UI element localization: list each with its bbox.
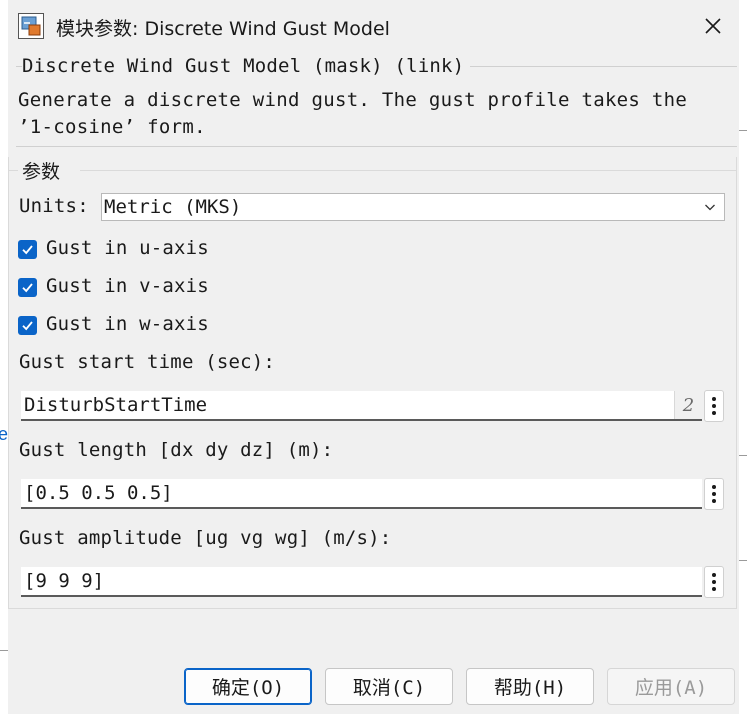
background-right-strip [739, 0, 747, 714]
title-bar: 模块参数: Discrete Wind Gust Model [8, 0, 739, 52]
dot [712, 573, 716, 577]
dot [712, 397, 716, 401]
gust-w-axis-checkbox[interactable] [18, 316, 37, 335]
checkmark-icon [22, 283, 33, 293]
background-divider [739, 560, 747, 561]
parameters-legend: 参数 [22, 161, 61, 183]
block-parameters-dialog: 模块参数: Discrete Wind Gust Model Discrete … [8, 0, 739, 714]
gust-start-time-input[interactable]: DisturbStartTime 2 [21, 391, 702, 421]
variable-value-badge: 2 [674, 391, 702, 419]
gust-amplitude-value: [9 9 9] [24, 570, 105, 592]
checkmark-icon [22, 321, 33, 331]
block-header-title: Discrete Wind Gust Model (mask) (link) [22, 55, 471, 77]
ok-button[interactable]: 确定(O) [184, 668, 312, 705]
background-fragment: e [0, 424, 9, 444]
dot [712, 587, 716, 591]
parameters-group-rule [80, 170, 737, 171]
checkmark-icon [22, 245, 33, 255]
units-label: Units: [19, 195, 89, 217]
gust-length-input[interactable]: [0.5 0.5 0.5] [21, 479, 702, 509]
gust-v-axis-label: Gust in v-axis [46, 275, 209, 297]
units-selected-value: Metric (MKS) [104, 196, 242, 218]
gust-u-axis-label: Gust in u-axis [46, 237, 209, 259]
background-divider [739, 130, 747, 131]
close-icon [705, 18, 721, 34]
parameters-group-rule [8, 170, 18, 171]
help-button[interactable]: 帮助(H) [466, 668, 594, 705]
dot [712, 492, 716, 496]
dot [712, 580, 716, 584]
dot [712, 499, 716, 503]
cancel-button[interactable]: 取消(C) [325, 668, 453, 705]
simulink-block-icon [18, 13, 44, 39]
dot [712, 404, 716, 408]
gust-v-axis-checkbox[interactable] [18, 278, 37, 297]
chevron-down-icon [705, 204, 715, 211]
background-divider [739, 455, 747, 456]
units-dropdown[interactable]: Metric (MKS) [101, 193, 725, 221]
gust-length-label: Gust length [dx dy dz] (m): [19, 439, 334, 461]
gust-length-value: [0.5 0.5 0.5] [24, 482, 173, 504]
gust-start-time-label: Gust start time (sec): [19, 351, 276, 373]
gust-amplitude-options-button[interactable] [704, 566, 724, 598]
gust-w-axis-label: Gust in w-axis [46, 313, 209, 335]
window-title: 模块参数: Discrete Wind Gust Model [56, 18, 390, 40]
gust-start-time-value: DisturbStartTime [24, 394, 208, 416]
block-description: Generate a discrete wind gust. The gust … [18, 89, 688, 138]
gust-length-options-button[interactable] [704, 478, 724, 510]
gust-amplitude-input[interactable]: [9 9 9] [21, 567, 702, 597]
dot [712, 485, 716, 489]
dot [712, 411, 716, 415]
gust-amplitude-label: Gust amplitude [ug vg wg] (m/s): [19, 527, 392, 549]
close-button[interactable] [697, 10, 729, 42]
background-left-strip [0, 0, 8, 714]
block-description-section: Discrete Wind Gust Model (mask) (link) G… [16, 52, 737, 147]
gust-u-axis-checkbox[interactable] [18, 240, 37, 259]
apply-button[interactable]: 应用(A) [607, 668, 735, 705]
background-divider [0, 650, 8, 651]
gust-start-time-options-button[interactable] [704, 390, 724, 422]
